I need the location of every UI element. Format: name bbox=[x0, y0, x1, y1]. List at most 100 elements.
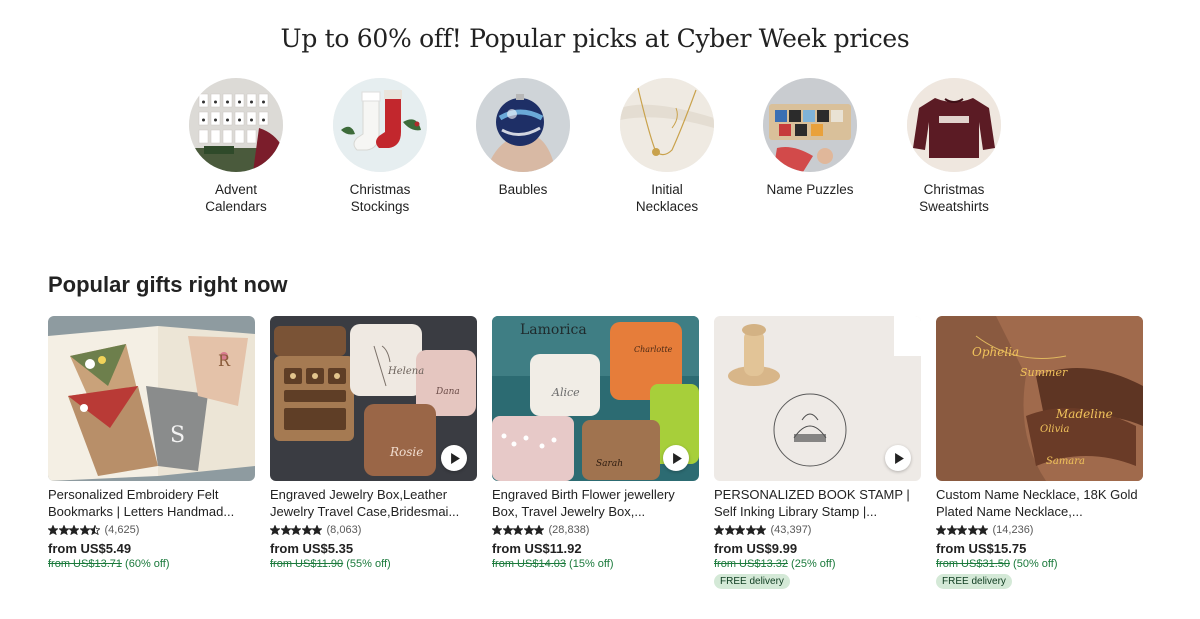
star-icon bbox=[745, 524, 756, 535]
category-initial-necklaces[interactable]: Initial Necklaces bbox=[607, 78, 727, 215]
product-title[interactable]: Custom Name Necklace, 18K Gold Plated Na… bbox=[936, 487, 1143, 520]
advent-calendar-image bbox=[189, 78, 283, 172]
category-advent-calendars[interactable]: Advent Calendars bbox=[176, 78, 296, 215]
product-card[interactable]: Helena Dana Rosie Engraved Jewelry Box,L… bbox=[270, 316, 477, 570]
star-icon bbox=[946, 524, 957, 535]
star-icon bbox=[291, 524, 301, 535]
star-icon bbox=[301, 524, 312, 535]
discount-label: (15% off) bbox=[569, 558, 614, 570]
original-price-row: from US$13.32 (25% off) bbox=[714, 558, 921, 570]
star-rating bbox=[936, 524, 989, 535]
star-rating bbox=[714, 524, 767, 535]
category-name-puzzles[interactable]: Name Puzzles bbox=[750, 78, 870, 199]
product-title[interactable]: Engraved Birth Flower jewellery Box, Tra… bbox=[492, 487, 699, 520]
star-icon bbox=[735, 524, 745, 535]
svg-text:S: S bbox=[170, 423, 185, 448]
product-card[interactable]: Lamorica Alice Charlotte Sarah Engraved … bbox=[492, 316, 699, 570]
svg-text:R: R bbox=[218, 351, 231, 370]
product-price: from US$15.75 bbox=[936, 541, 1027, 556]
star-icon bbox=[523, 524, 534, 535]
product-card[interactable]: S R Personalized Embroidery Felt Bookmar… bbox=[48, 316, 255, 570]
star-rating bbox=[492, 524, 545, 535]
play-video-icon[interactable] bbox=[441, 445, 467, 471]
product-title[interactable]: PERSONALIZED BOOK STAMP | Self Inking Li… bbox=[714, 487, 921, 520]
svg-text:Sarah: Sarah bbox=[596, 459, 623, 469]
product-price: from US$9.99 bbox=[714, 541, 798, 556]
category-label: Name Puzzles bbox=[766, 182, 854, 197]
star-rating bbox=[48, 524, 101, 535]
product-title[interactable]: Personalized Embroidery Felt Bookmarks |… bbox=[48, 487, 255, 520]
svg-text:Samara: Samara bbox=[1046, 456, 1085, 467]
product-title[interactable]: Engraved Jewelry Box,Leather Jewelry Tra… bbox=[270, 487, 477, 520]
bauble-image bbox=[476, 78, 570, 172]
category-baubles[interactable]: Baubles bbox=[463, 78, 583, 199]
play-video-icon[interactable] bbox=[663, 445, 689, 471]
product-card[interactable]: Ophelia Summer Madeline Olivia Samara Cu… bbox=[936, 316, 1143, 589]
review-count: (4,625) bbox=[104, 523, 140, 536]
product-rating: (28,838) bbox=[492, 523, 699, 536]
category-label: Baubles bbox=[498, 182, 548, 197]
star-rating bbox=[270, 524, 323, 535]
discount-label: (60% off) bbox=[125, 558, 170, 570]
svg-text:Rosie: Rosie bbox=[389, 445, 423, 459]
category-label: Initial Necklaces bbox=[635, 182, 699, 214]
star-icon bbox=[69, 524, 79, 535]
star-icon bbox=[58, 524, 69, 535]
category-label: Advent Calendars bbox=[205, 182, 267, 214]
category-christmas-sweatshirts[interactable]: Christmas Sweatshirts bbox=[894, 78, 1014, 215]
star-icon bbox=[957, 524, 967, 535]
review-count: (14,236) bbox=[992, 523, 1034, 536]
svg-text:Dana: Dana bbox=[435, 387, 460, 397]
product-rating: (14,236) bbox=[936, 523, 1143, 536]
star-icon bbox=[90, 524, 100, 535]
product-image[interactable]: Lamorica Alice Charlotte Sarah bbox=[492, 316, 699, 481]
original-price: from US$14.03 bbox=[492, 558, 566, 570]
svg-text:Ophelia: Ophelia bbox=[972, 345, 1019, 359]
free-delivery-badge: FREE delivery bbox=[936, 574, 1012, 589]
discount-label: (50% off) bbox=[1013, 558, 1058, 570]
original-price: from US$11.90 bbox=[270, 558, 344, 570]
product-price: from US$11.92 bbox=[492, 541, 582, 556]
star-icon bbox=[724, 524, 735, 535]
discount-label: (55% off) bbox=[346, 558, 391, 570]
product-image[interactable]: Helena Dana Rosie bbox=[270, 316, 477, 481]
discount-label: (25% off) bbox=[791, 558, 836, 570]
original-price-row: from US$14.03 (15% off) bbox=[492, 558, 699, 570]
star-icon bbox=[270, 524, 280, 535]
review-count: (8,063) bbox=[326, 523, 362, 536]
star-icon bbox=[79, 524, 90, 535]
star-icon bbox=[312, 524, 322, 535]
star-icon bbox=[513, 524, 523, 535]
product-image[interactable] bbox=[714, 316, 921, 481]
product-image[interactable]: Ophelia Summer Madeline Olivia Samara bbox=[936, 316, 1143, 481]
product-image[interactable]: S R bbox=[48, 316, 255, 481]
svg-text:Madeline: Madeline bbox=[1055, 407, 1113, 421]
star-icon bbox=[978, 524, 988, 535]
svg-text:Charlotte: Charlotte bbox=[634, 345, 673, 354]
category-row: Advent Calendars Christmas Stockings Bau… bbox=[0, 78, 1200, 228]
initial-necklace-image bbox=[620, 78, 714, 172]
star-icon bbox=[48, 524, 58, 535]
category-christmas-stockings[interactable]: Christmas Stockings bbox=[320, 78, 440, 215]
play-video-icon[interactable] bbox=[885, 445, 911, 471]
product-price: from US$5.49 bbox=[48, 541, 132, 556]
product-card[interactable]: PERSONALIZED BOOK STAMP | Self Inking Li… bbox=[714, 316, 921, 589]
svg-text:Olivia: Olivia bbox=[1040, 424, 1069, 435]
christmas-stocking-image bbox=[333, 78, 427, 172]
name-puzzle-image bbox=[763, 78, 857, 172]
original-price: from US$31.50 bbox=[936, 558, 1010, 570]
section-title: Popular gifts right now bbox=[48, 272, 288, 297]
product-price: from US$5.35 bbox=[270, 541, 354, 556]
star-icon bbox=[967, 524, 978, 535]
star-icon bbox=[280, 524, 291, 535]
star-icon bbox=[502, 524, 513, 535]
category-label: Christmas Stockings bbox=[349, 182, 411, 214]
star-icon bbox=[492, 524, 502, 535]
original-price-row: from US$31.50 (50% off) bbox=[936, 558, 1143, 570]
star-icon bbox=[936, 524, 946, 535]
product-rating: (8,063) bbox=[270, 523, 477, 536]
promo-title: Up to 60% off! Popular picks at Cyber We… bbox=[280, 24, 910, 53]
product-rating: (43,397) bbox=[714, 523, 921, 536]
christmas-sweatshirt-image bbox=[907, 78, 1001, 172]
star-icon bbox=[714, 524, 724, 535]
